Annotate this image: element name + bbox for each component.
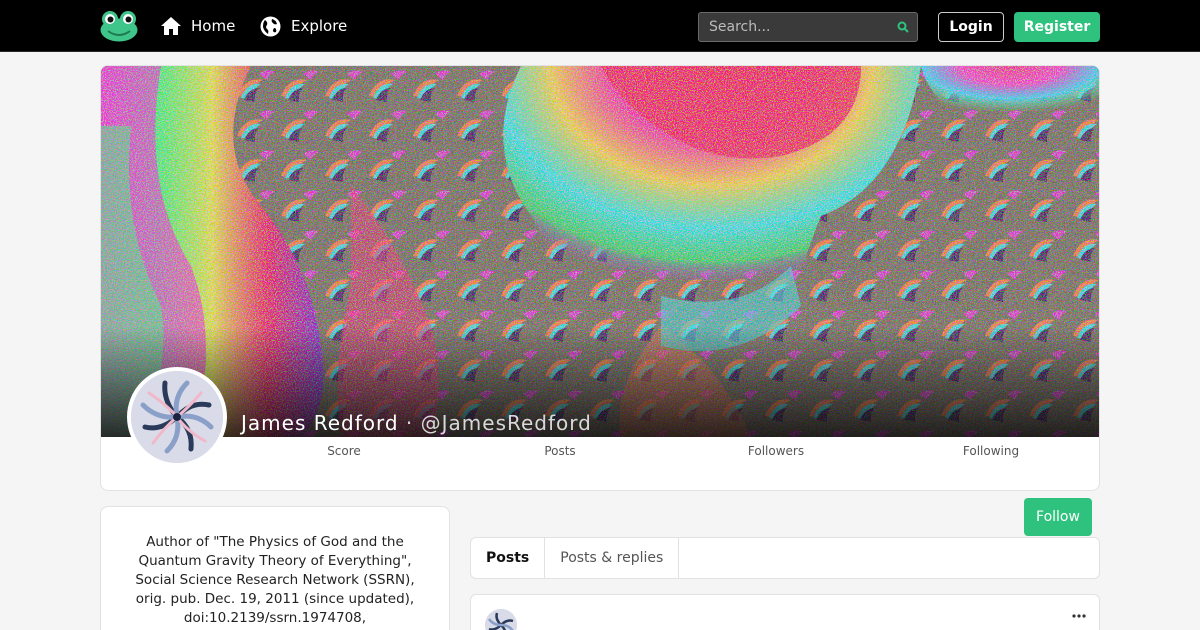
navbar: Home Explore Login Register — [0, 0, 1200, 52]
register-button[interactable]: Register — [1014, 12, 1100, 42]
profile-handle: @JamesRedford — [420, 411, 592, 435]
frog-logo-icon[interactable] — [100, 9, 138, 42]
stat-followers[interactable]: Followers — [716, 444, 836, 458]
search-box — [698, 12, 918, 42]
stat-posts[interactable]: Posts — [500, 444, 620, 458]
profile-avatar[interactable] — [127, 367, 227, 467]
search-input[interactable] — [699, 13, 889, 41]
profile-display-name: James Redford · @JamesRedford — [241, 411, 592, 435]
profile-banner — [101, 66, 1099, 437]
more-options-icon[interactable] — [1071, 613, 1087, 619]
follow-button[interactable]: Follow — [1024, 498, 1092, 536]
nav-home-link[interactable]: Home — [161, 12, 235, 40]
nav-home-label: Home — [191, 17, 236, 35]
profile-card: James Redford · @JamesRedford Score Post… — [100, 65, 1100, 491]
bio-text: Author of "The Physics of God and the Qu… — [135, 534, 415, 626]
profile-tabs: Posts Posts & replies — [470, 537, 1100, 579]
post-card — [470, 594, 1100, 630]
nav-explore-link[interactable]: Explore — [260, 12, 347, 40]
globe-icon — [260, 16, 281, 36]
tab-posts[interactable]: Posts — [471, 538, 546, 578]
search-icon[interactable] — [897, 21, 909, 33]
stat-score: Score — [327, 444, 361, 458]
profile-name: James Redford — [241, 411, 399, 435]
post-author-avatar[interactable] — [485, 609, 517, 630]
tab-posts-and-replies[interactable]: Posts & replies — [545, 538, 680, 578]
login-button[interactable]: Login — [938, 12, 1004, 42]
name-separator: · — [398, 411, 421, 435]
nav-explore-label: Explore — [291, 17, 348, 35]
stat-following[interactable]: Following — [931, 444, 1051, 458]
spiral-avatar-small — [485, 609, 517, 630]
spiral-avatar-image — [131, 371, 223, 463]
bio-card: Author of "The Physics of God and the Qu… — [100, 506, 450, 630]
home-icon — [161, 17, 181, 35]
